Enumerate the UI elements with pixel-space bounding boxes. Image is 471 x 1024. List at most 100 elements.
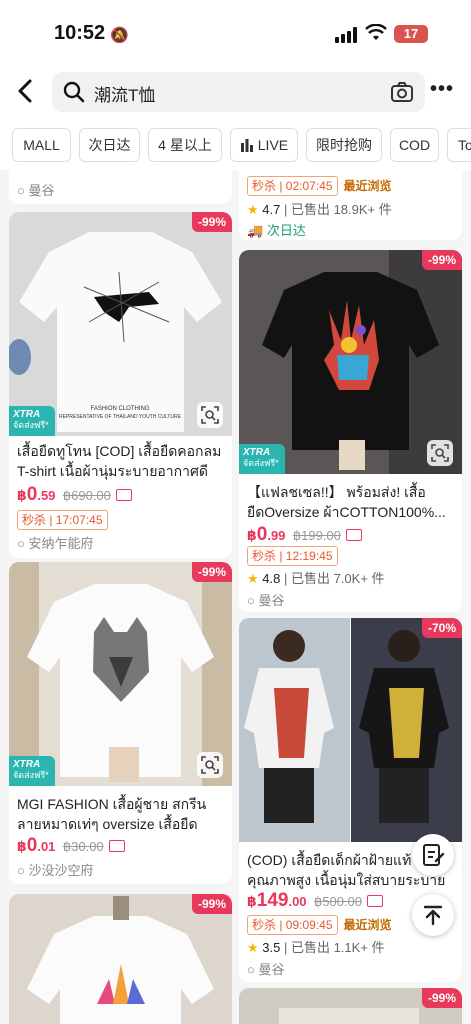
filter-chip-live-label: LIVE (257, 137, 289, 153)
svg-text:REPRESENTATIVE OF THAILAND YOU: REPRESENTATIVE OF THAILAND YOUTH CULTURE (59, 414, 182, 420)
image-search-icon[interactable] (197, 402, 223, 428)
price-row: ฿0.59 ฿690.00 (17, 484, 132, 508)
product-location: ○ 沙没沙空府 (17, 863, 94, 878)
flash-sale-row: 秒杀 | 09:09:45 最近浏览 (247, 915, 392, 935)
rating-score: 4.7 (262, 202, 281, 217)
shipping-row: 🚚 次日达 (247, 223, 306, 238)
product-card[interactable]: -99% (9, 894, 232, 1024)
product-card[interactable]: -99% XTRA จัดส่งฟรี* 【แฟลชเซล!!】 พร้อมส่ง… (239, 250, 462, 612)
product-card-partial[interactable]: 秒杀 | 02:07:45 最近浏览 ★ 4.7 | 已售出 18.9K+ 件 🚚… (239, 170, 462, 240)
scroll-to-top-button[interactable] (412, 894, 454, 936)
image-search-icon[interactable] (197, 752, 223, 778)
product-card-partial[interactable]: ○ 曼谷 (9, 170, 232, 204)
product-location: ○ 曼谷 (247, 962, 285, 977)
svg-text:FASHION CLOTHING: FASHION CLOTHING (90, 406, 149, 412)
flash-sale-row: 秒杀 | 17:07:45 (17, 510, 108, 530)
flash-sale-tag: 秒杀 | 09:09:45 (247, 915, 338, 935)
filter-chip-4-star[interactable]: 4 星以上 (148, 128, 222, 162)
flash-sale-tag: 秒杀 | 17:07:45 (17, 510, 108, 530)
product-title: MGI FASHION เสื้อผู้ชาย สกรีนลายหมาดเท่ๆ… (17, 796, 207, 832)
price-integer: 0 (26, 835, 38, 856)
product-location: ○ 安纳乍能府 (17, 536, 94, 551)
xtra-badge: XTRA จัดส่งฟรี* (9, 756, 55, 786)
recently-viewed-label: 最近浏览 (343, 179, 392, 193)
coupon-icon (115, 489, 132, 501)
price-row: ฿0.01 ฿30.00 (17, 835, 125, 859)
arrow-up-icon (423, 905, 443, 926)
price-decimal: .99 (267, 528, 286, 543)
filter-chip-mall[interactable]: MALL (12, 128, 71, 162)
sold-count: 已售出 1.1K+ 件 (290, 940, 385, 955)
discount-badge: -99% (421, 988, 462, 1008)
search-header: 潮流T恤 ••• (0, 64, 471, 120)
status-bar: 10:52 🔕 17 (0, 0, 471, 64)
sold-count: 已售出 18.9K+ 件 (290, 202, 392, 217)
search-icon (63, 81, 85, 103)
original-price: ฿500.00 (313, 894, 363, 909)
price-integer: 0 (26, 484, 38, 505)
product-card[interactable]: -99% (239, 988, 462, 1024)
price-integer: 0 (256, 524, 268, 545)
wifi-icon (365, 24, 387, 40)
discount-badge: -99% (191, 894, 232, 914)
shipping-label: 次日达 (266, 223, 306, 238)
star-icon: ★ (247, 202, 259, 217)
product-title: เสื้อยืดทูโทน [COD] เสื้อยืดคอกลม T-shir… (17, 443, 222, 479)
flash-sale-tag: 秒杀 | 02:07:45 (247, 176, 338, 196)
original-price: ฿30.00 (62, 839, 104, 854)
rating-row: ★ 3.5 | 已售出 1.1K+ 件 (247, 940, 385, 955)
coupon-icon (367, 895, 384, 907)
original-price: ฿199.00 (292, 528, 341, 543)
original-price: ฿690.00 (62, 488, 111, 503)
product-image (239, 618, 462, 842)
edit-note-icon (423, 844, 445, 866)
price-decimal: .01 (37, 839, 56, 854)
battery-indicator: 17 (394, 25, 428, 43)
flash-sale-row: 秒杀 | 12:19:45 (247, 546, 338, 566)
search-input[interactable]: 潮流T恤 (52, 72, 425, 112)
product-location: ○ 曼谷 (247, 593, 285, 608)
image-search-icon[interactable] (427, 440, 453, 466)
rating-score: 3.5 (262, 940, 281, 955)
filter-chip-live[interactable]: LIVE (230, 128, 298, 162)
price-decimal: .59 (37, 488, 56, 503)
filter-chip-cod[interactable]: COD (390, 128, 439, 162)
signal-icon (335, 27, 357, 43)
price-integer: 149 (256, 890, 289, 911)
product-card[interactable]: FASHION CLOTHING REPRESENTATIVE OF THAIL… (9, 212, 232, 558)
product-card[interactable]: -99% XTRA จัดส่งฟรี* MGI FASHION เสื้อผู้… (9, 562, 232, 884)
price-currency: ฿ (247, 893, 257, 909)
flash-sale-row: 秒杀 | 02:07:45 最近浏览 (247, 176, 392, 196)
price-row: ฿149.00 ฿500.00 (247, 890, 384, 914)
coupon-icon (108, 840, 125, 852)
price-row: ฿0.99 ฿199.00 (247, 524, 362, 548)
product-title: 【แฟลชเซล!!】 พร้อมส่ง! เสื้อยืดOversize ผ… (247, 484, 446, 520)
discount-badge: -99% (191, 212, 232, 232)
rating-row: ★ 4.7 | 已售出 18.9K+ 件 (247, 202, 392, 217)
rating-row: ★ 4.8 | 已售出 7.0K+ 件 (247, 571, 385, 586)
camera-icon[interactable] (390, 80, 414, 104)
recently-viewed-label: 最近浏览 (343, 918, 392, 932)
more-options-icon[interactable]: ••• (430, 78, 454, 101)
live-bars-icon (240, 139, 253, 152)
star-icon: ★ (247, 940, 259, 955)
discount-badge: -70% (421, 618, 462, 638)
discount-badge: -99% (421, 250, 462, 270)
flash-sale-tag: 秒杀 | 12:19:45 (247, 546, 338, 566)
filter-bar: MALL 次日达 4 星以上 LIVE 限时抢购 COD To (0, 120, 471, 170)
price-currency: ฿ (247, 527, 257, 543)
filter-chip-flash-sale[interactable]: 限时抢购 (306, 128, 382, 162)
price-decimal: .00 (288, 894, 307, 909)
product-location: ○ 曼谷 (17, 183, 55, 198)
back-arrow-icon[interactable] (12, 76, 40, 106)
feedback-edit-button[interactable] (412, 834, 454, 876)
filter-chip-next-day[interactable]: 次日达 (79, 128, 140, 162)
bell-muted-icon: 🔕 (110, 27, 129, 44)
xtra-badge: XTRA จัดส่งฟรี* (239, 444, 285, 474)
discount-badge: -99% (191, 562, 232, 582)
filter-chip-top[interactable]: To (447, 128, 471, 162)
star-icon: ★ (247, 571, 259, 586)
sold-count: 已售出 7.0K+ 件 (290, 571, 385, 586)
status-time: 10:52 (54, 22, 106, 44)
price-currency: ฿ (17, 487, 27, 503)
